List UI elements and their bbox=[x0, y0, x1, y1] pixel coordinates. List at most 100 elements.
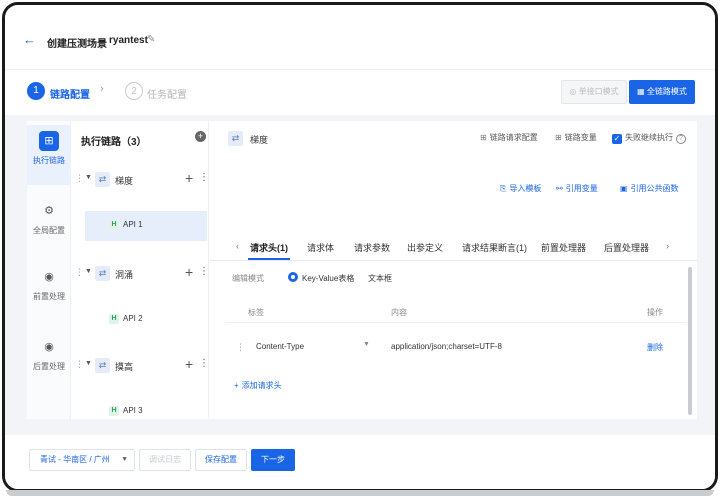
next-step-button[interactable]: 下一步 bbox=[251, 449, 295, 471]
tree-api-item[interactable]: H API 2 bbox=[85, 305, 207, 335]
nav-item-pre-process[interactable]: ◉ 前置处理 bbox=[27, 261, 71, 321]
chevron-right-icon[interactable]: › bbox=[666, 241, 669, 251]
post-process-icon: ◉ bbox=[44, 341, 54, 353]
more-vertical-icon[interactable]: ⋮ bbox=[199, 172, 209, 183]
variable-icon: ⚯ bbox=[556, 184, 563, 193]
vertical-scrollbar[interactable] bbox=[688, 267, 692, 415]
column-header: 标签 bbox=[248, 308, 264, 317]
import-template-link[interactable]: ⎘ 导入模板 bbox=[500, 183, 541, 194]
step-bar: 1 链路配置 › 2 任务配置 ◎ 单接口模式 ▦ 全链路模式 bbox=[5, 69, 715, 115]
edit-mode-text-option[interactable]: 文本框 bbox=[368, 273, 392, 284]
tree-api-item[interactable]: H API 3 bbox=[85, 397, 207, 427]
api-label: API 3 bbox=[123, 406, 143, 415]
plus-icon[interactable]: + bbox=[185, 170, 193, 186]
single-api-mode-button[interactable]: ◎ 单接口模式 bbox=[561, 80, 627, 104]
nav-item-post-process[interactable]: ◉ 后置处理 bbox=[27, 331, 71, 391]
flow-icon: ⊞ bbox=[39, 131, 59, 151]
full-chain-mode-button[interactable]: ▦ 全链路模式 bbox=[629, 80, 695, 104]
help-icon[interactable]: ? bbox=[676, 134, 686, 144]
caret-down-icon[interactable]: ▼ bbox=[363, 341, 370, 348]
ref-function-link[interactable]: ▣ 引用公共函数 bbox=[620, 183, 679, 194]
ref-function-label: 引用公共函数 bbox=[630, 184, 679, 193]
step-1-label[interactable]: 链路配置 bbox=[50, 86, 90, 101]
region-select[interactable]: 青试 - 华南区 / 广州 ▼ bbox=[29, 449, 135, 471]
variable-icon: ⊞ bbox=[555, 133, 562, 142]
tree-group[interactable]: ⋮ ▼ ⇄ 洞涌 + ⋮ bbox=[71, 263, 209, 285]
settings-icon: ⚙ bbox=[44, 205, 54, 217]
column-header: 内容 bbox=[391, 308, 407, 317]
continue-on-fail-option[interactable]: ✓ 失败继续执行? bbox=[612, 132, 686, 146]
drag-handle-icon[interactable]: ⋮ bbox=[75, 267, 84, 278]
delete-link[interactable]: 删除 bbox=[647, 342, 663, 353]
tab-pre-processor[interactable]: 前置处理器 bbox=[541, 241, 586, 254]
drag-handle-icon[interactable]: ⋮ bbox=[75, 359, 84, 370]
debug-log-button[interactable]: 调试日志 bbox=[139, 449, 191, 471]
page-title: 创建压测场景 bbox=[47, 39, 107, 50]
plus-icon[interactable]: + bbox=[185, 264, 193, 280]
plus-circle-icon[interactable]: + bbox=[195, 131, 206, 142]
plus-icon: + bbox=[234, 381, 239, 390]
ref-variable-link[interactable]: ⚯ 引用变量 bbox=[556, 183, 598, 194]
chain-config-icon: ⊞ bbox=[480, 133, 487, 142]
continue-on-fail-label: 失败继续执行 bbox=[625, 133, 673, 142]
nav-label: 全局配置 bbox=[33, 226, 65, 235]
chain-config-label: 链路请求配置 bbox=[489, 133, 538, 142]
chain-config-action[interactable]: ⊞ 链路请求配置 bbox=[480, 132, 538, 146]
function-icon: ▣ bbox=[620, 184, 628, 193]
chevron-left-icon[interactable]: ‹ bbox=[236, 241, 239, 251]
import-icon: ⎘ bbox=[500, 184, 507, 193]
tab-post-processor[interactable]: 后置处理器 bbox=[604, 241, 649, 254]
nav-label: 后置处理 bbox=[33, 362, 65, 371]
nav-label: 执行链路 bbox=[33, 156, 65, 165]
device-frame-base bbox=[6, 490, 714, 496]
add-header-label: 添加请求头 bbox=[241, 381, 282, 390]
group-label: 洞涌 bbox=[115, 270, 134, 280]
arrow-left-icon[interactable]: ← bbox=[23, 33, 37, 47]
tab-params[interactable]: 请求参数 bbox=[354, 241, 390, 254]
chain-icon: ⇄ bbox=[228, 131, 243, 146]
step-1-number[interactable]: 1 bbox=[27, 82, 45, 100]
edit-mode-kv-option[interactable]: Key-Value表格 bbox=[302, 273, 354, 284]
tab-headers[interactable]: 请求头(1) bbox=[250, 241, 288, 254]
add-header-link[interactable]: + 添加请求头 bbox=[234, 380, 282, 391]
step-2-number[interactable]: 2 bbox=[125, 82, 143, 100]
drag-handle-icon[interactable]: ⋮ bbox=[75, 173, 84, 184]
tree-group[interactable]: ⋮ ▼ ⇄ 梯度 + ⋮ bbox=[71, 169, 209, 191]
save-config-button[interactable]: 保存配置 bbox=[195, 449, 247, 471]
chain-icon: ⇄ bbox=[95, 358, 110, 373]
tab-output[interactable]: 出参定义 bbox=[407, 241, 443, 254]
scene-name: ryantest bbox=[109, 35, 148, 46]
chain-vars-label: 链路变量 bbox=[564, 133, 597, 142]
tab-assertion[interactable]: 请求结果断言(1) bbox=[462, 241, 527, 254]
http-badge-icon: H bbox=[109, 406, 119, 416]
more-vertical-icon[interactable]: ⋮ bbox=[199, 266, 209, 277]
exec-chain-tree: 执行链路（3） + ⋮ ▼ ⇄ 梯度 + ⋮ H API 1 ⋮ ▼ ⇄ 洞涌 … bbox=[71, 121, 209, 419]
radio-checked-icon[interactable] bbox=[288, 272, 298, 282]
edit-mode-label: 编辑模式 bbox=[232, 274, 264, 283]
region-value: 青试 - 华南区 / 广州 bbox=[40, 455, 110, 464]
step-2-label[interactable]: 任务配置 bbox=[147, 86, 187, 101]
nav-label: 前置处理 bbox=[33, 292, 65, 301]
page-header: ← 创建压测场景 ryantest ✎ bbox=[5, 5, 715, 69]
left-icon-nav: ⊞ 执行链路 ⚙ 全局配置 ◉ 前置处理 ◉ 后置处理 bbox=[27, 121, 71, 419]
caret-down-icon[interactable]: ▼ bbox=[85, 268, 92, 275]
caret-down-icon[interactable]: ▼ bbox=[85, 174, 92, 181]
more-vertical-icon[interactable]: ⋮ bbox=[199, 358, 209, 369]
chain-vars-action[interactable]: ⊞ 链路变量 bbox=[555, 132, 597, 146]
nav-item-exec-chain[interactable]: ⊞ 执行链路 bbox=[27, 125, 71, 185]
column-header: 操作 bbox=[647, 308, 663, 317]
drag-handle-icon[interactable]: ⋮ bbox=[236, 342, 245, 353]
caret-down-icon[interactable]: ▼ bbox=[85, 360, 92, 367]
tree-api-item[interactable]: H API 1 bbox=[85, 211, 207, 241]
group-label: 梯度 bbox=[115, 176, 134, 186]
tree-group[interactable]: ⋮ ▼ ⇄ 摸高 + ⋮ bbox=[71, 355, 209, 377]
plus-icon[interactable]: + bbox=[185, 356, 193, 372]
table-row: ⋮ Content-Type ▼ application/json;charse… bbox=[226, 331, 686, 363]
pencil-icon[interactable]: ✎ bbox=[147, 34, 155, 45]
tab-body[interactable]: 请求体 bbox=[307, 241, 334, 254]
header-value-input[interactable]: application/json;charset=UTF-8 bbox=[391, 342, 502, 351]
checkbox-checked-icon[interactable]: ✓ bbox=[612, 134, 622, 144]
nav-item-global-config[interactable]: ⚙ 全局配置 bbox=[27, 195, 71, 255]
header-key-select[interactable]: Content-Type bbox=[256, 342, 304, 351]
api-label: API 2 bbox=[123, 314, 143, 323]
